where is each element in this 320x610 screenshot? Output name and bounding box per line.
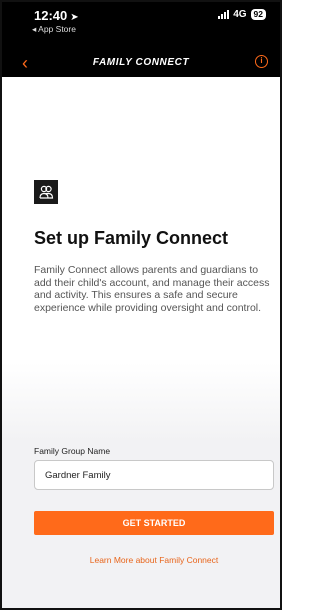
people-icon bbox=[34, 180, 58, 204]
family-group-name-input[interactable] bbox=[34, 460, 274, 490]
fade-divider bbox=[2, 362, 280, 442]
description-text: Family Connect allows parents and guardi… bbox=[34, 264, 270, 314]
status-bar: 12:40 ➤ ◂ App Store 4G 92 bbox=[2, 2, 280, 50]
back-to-app-store-link[interactable]: ◂ App Store bbox=[32, 24, 76, 35]
location-arrow-icon: ➤ bbox=[70, 12, 79, 23]
navigation-bar: ‹ FAMILY CONNECT i bbox=[2, 50, 280, 77]
get-started-button[interactable]: GET STARTED bbox=[34, 511, 274, 535]
page-title: FAMILY CONNECT bbox=[92, 57, 190, 68]
status-time: 12:40 ➤ bbox=[34, 8, 79, 23]
headline: Set up Family Connect bbox=[34, 228, 229, 248]
network-type: 4G bbox=[233, 9, 247, 20]
phone-screen: 12:40 ➤ ◂ App Store 4G 92 ‹ FAMILY CONNEC… bbox=[0, 0, 282, 610]
family-group-name-label: Family Group Name bbox=[34, 446, 111, 456]
learn-more-link[interactable]: Learn More about Family Connect bbox=[34, 555, 274, 565]
signal-icon bbox=[218, 10, 230, 19]
battery-icon: 92 bbox=[250, 9, 266, 20]
status-indicators: 4G 92 bbox=[218, 9, 266, 20]
clock-text: 12:40 bbox=[34, 8, 68, 23]
info-icon[interactable]: i bbox=[255, 55, 268, 68]
